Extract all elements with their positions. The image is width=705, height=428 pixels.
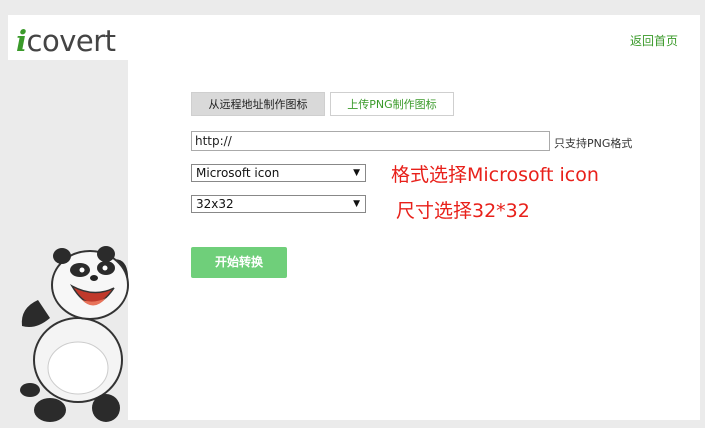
- url-input[interactable]: [191, 131, 550, 151]
- tab-upload-png[interactable]: 上传PNG制作图标: [330, 92, 454, 116]
- dropdown-arrow-icon: ▼: [353, 199, 360, 209]
- format-select-value: Microsoft icon: [196, 166, 280, 180]
- panda-mascot-icon: [20, 246, 129, 422]
- header: icovert 返回首页: [8, 15, 700, 60]
- dropdown-arrow-icon: ▼: [353, 168, 360, 178]
- format-select[interactable]: Microsoft icon ▼: [191, 164, 366, 182]
- convert-button[interactable]: 开始转换: [191, 247, 287, 278]
- page: icovert 返回首页 从远程地址制作图标 上传PNG制作图标 只支持PNG格…: [0, 0, 705, 428]
- size-select-value: 32x32: [196, 197, 234, 211]
- format-note: 格式选择Microsoft icon: [391, 164, 599, 186]
- size-note: 尺寸选择32*32: [396, 200, 530, 222]
- size-select[interactable]: 32x32 ▼: [191, 195, 366, 213]
- logo-i: i: [16, 24, 27, 58]
- home-link[interactable]: 返回首页: [630, 32, 678, 49]
- tab-remote-url[interactable]: 从远程地址制作图标: [191, 92, 325, 116]
- logo-text: covert: [26, 24, 116, 58]
- url-hint: 只支持PNG格式: [554, 137, 633, 150]
- main-panel: 从远程地址制作图标 上传PNG制作图标 只支持PNG格式 Microsoft i…: [128, 60, 700, 420]
- logo[interactable]: icovert: [16, 23, 116, 63]
